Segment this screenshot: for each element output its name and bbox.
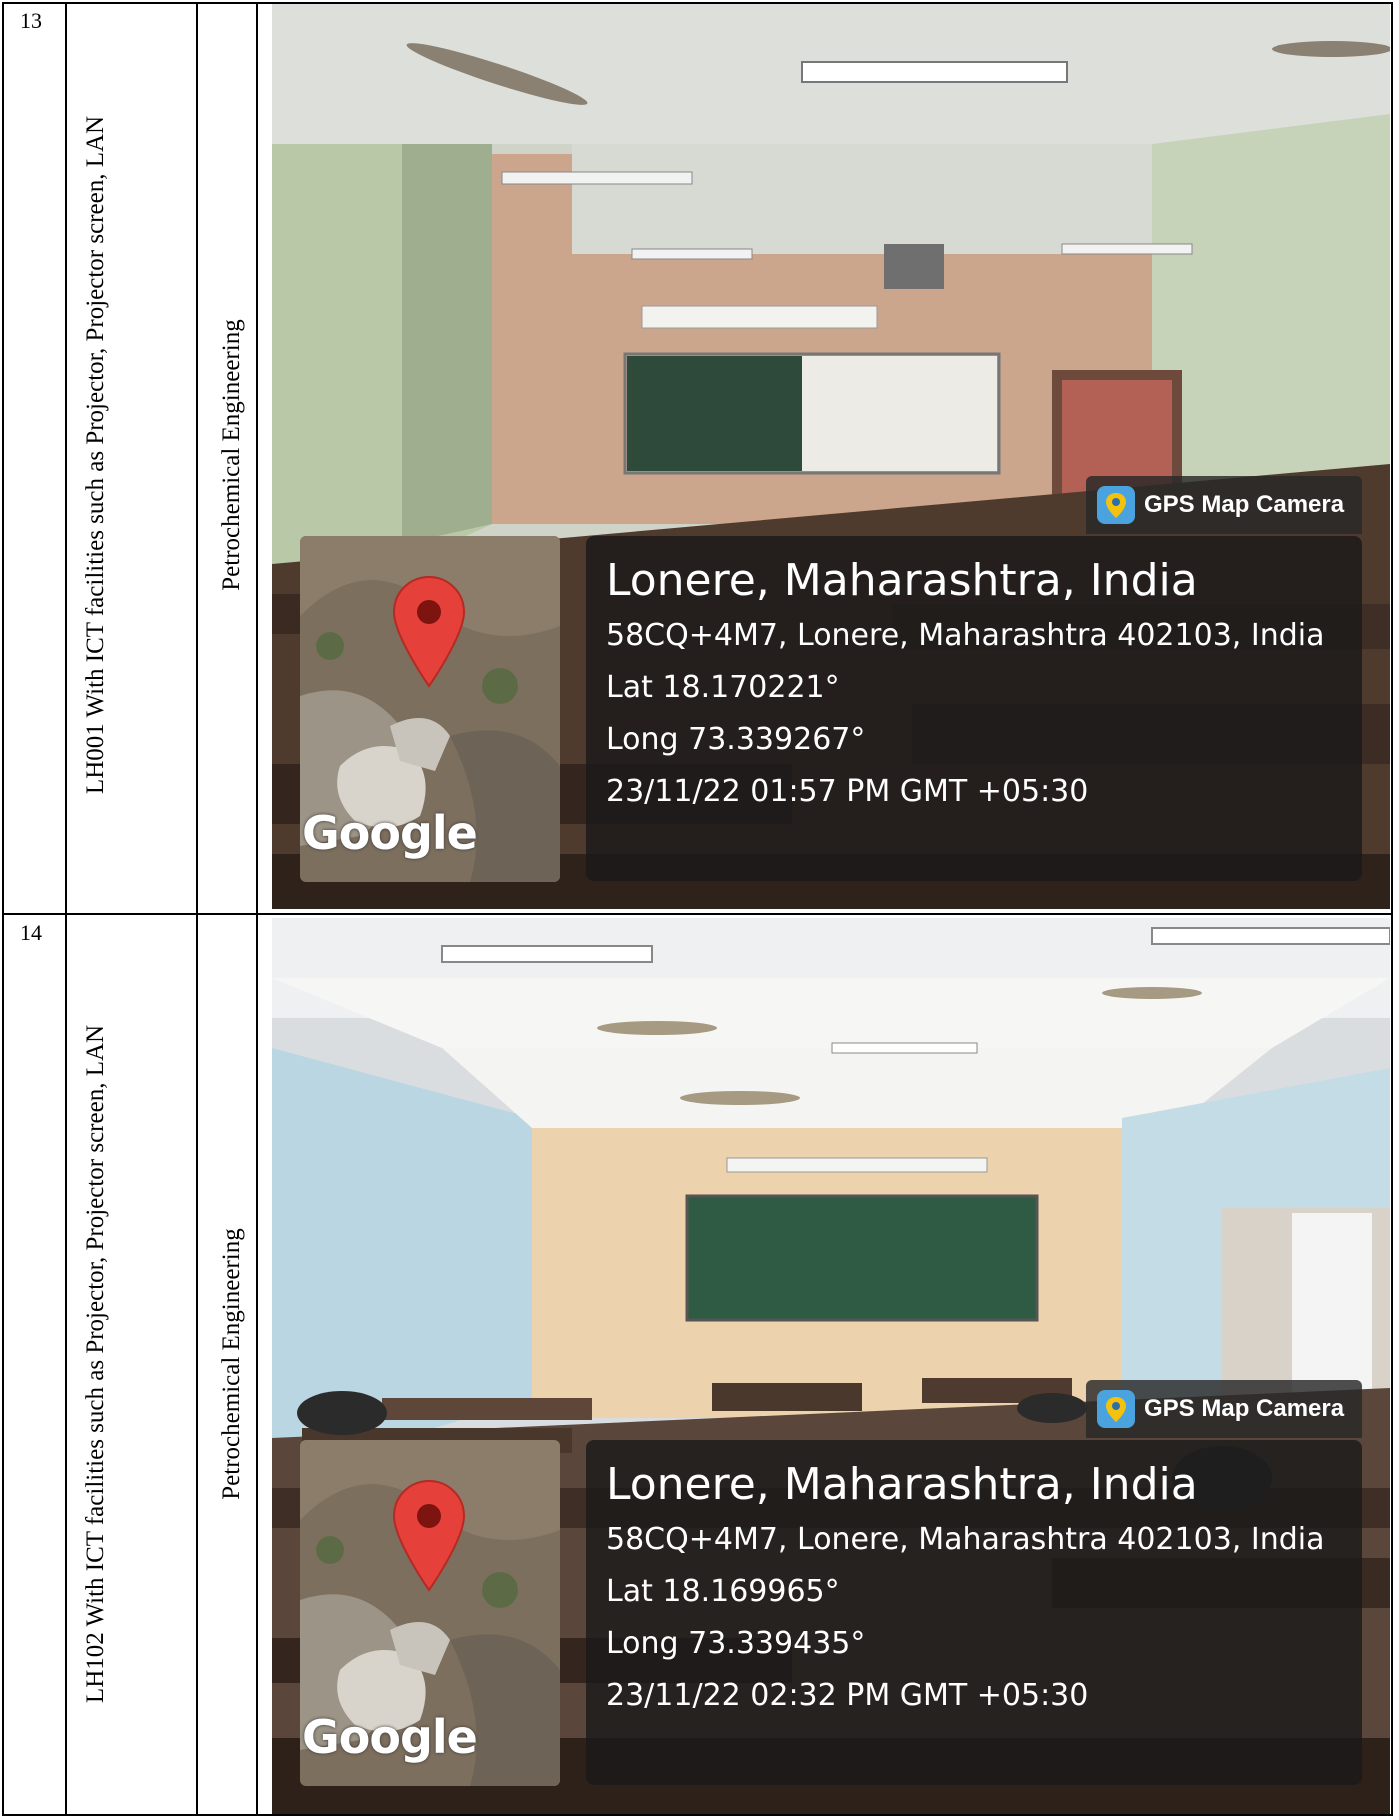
location-longitude: Long 73.339435° [606,1626,866,1661]
row-number: 13 [20,8,42,33]
location-info-panel: Lonere, Maharashtra, India 58CQ+4M7, Lon… [586,536,1362,881]
gps-map-camera-badge: GPS Map Camera [1086,476,1362,534]
classroom-photo: GPS Map Camera Lonere, Maharashtra, Indi… [272,4,1390,909]
gps-badge-label: GPS Map Camera [1144,491,1345,518]
google-logo: Google [302,806,478,860]
table-border-bottom [2,1814,1393,1816]
gps-map-camera-icon [1097,486,1135,524]
location-pin-icon [392,575,466,688]
location-address: 58CQ+4M7, Lonere, Maharashtra 402103, In… [606,618,1325,653]
column-divider [256,2,258,1816]
photo-timestamp: 23/11/22 01:57 PM GMT +05:30 [606,774,1089,809]
row-number: 14 [20,920,42,945]
google-logo: Google [302,1710,478,1764]
location-latitude: Lat 18.169965° [606,1574,840,1609]
table-border-right [1391,2,1393,1816]
location-city: Lonere, Maharashtra, India [606,555,1198,606]
location-latitude: Lat 18.170221° [606,670,840,705]
location-longitude: Long 73.339267° [606,722,866,757]
room-description: LH102 With ICT facilities such as Projec… [82,1024,109,1704]
location-pin-icon [392,1479,466,1592]
map-thumbnail: Google [300,1440,560,1786]
gps-map-camera-icon [1097,1390,1135,1428]
column-divider [65,2,67,1816]
location-info-panel: Lonere, Maharashtra, India 58CQ+4M7, Lon… [586,1440,1362,1785]
location-city: Lonere, Maharashtra, India [606,1459,1198,1510]
department-name: Petrochemical Engineering [218,319,245,591]
gps-badge-label: GPS Map Camera [1144,1395,1345,1422]
classroom-photo: GPS Map Camera Lonere, Maharashtra, Indi… [272,918,1390,1814]
photo-timestamp: 23/11/22 02:32 PM GMT +05:30 [606,1678,1089,1713]
table-border-left [2,2,4,1816]
row-divider [2,913,1393,915]
location-address: 58CQ+4M7, Lonere, Maharashtra 402103, In… [606,1522,1325,1557]
gps-map-camera-badge: GPS Map Camera [1086,1380,1362,1438]
map-thumbnail: Google [300,536,560,882]
room-description: LH001 With ICT facilities such as Projec… [82,115,109,795]
column-divider [196,2,198,1816]
department-name: Petrochemical Engineering [218,1228,245,1500]
